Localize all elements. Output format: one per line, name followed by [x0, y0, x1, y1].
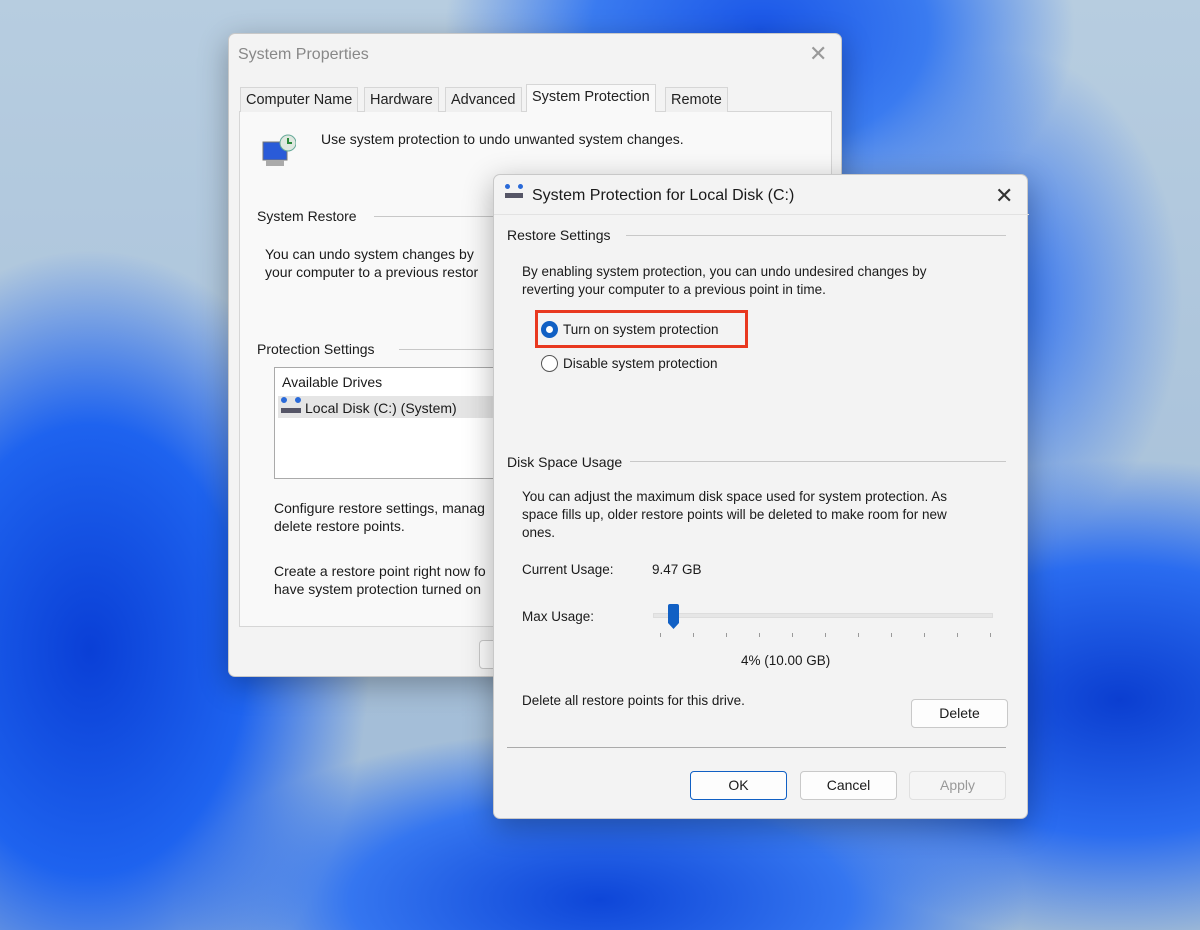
- turn-on-radio[interactable]: [541, 321, 558, 338]
- disk-desc-2: space fills up, older restore points wil…: [522, 507, 947, 522]
- tab-system-protection[interactable]: System Protection: [526, 84, 656, 112]
- configure-text: Configure restore settings, manag: [274, 500, 485, 516]
- system-restore-label: System Restore: [257, 208, 357, 224]
- system-protection-icon: [260, 134, 297, 166]
- configure-text-2: delete restore points.: [274, 518, 405, 534]
- tab-computer-name[interactable]: Computer Name: [240, 87, 359, 112]
- tab-remote[interactable]: Remote: [665, 87, 728, 112]
- disk-usage-label: Disk Space Usage: [507, 454, 623, 470]
- restore-settings-label: Restore Settings: [507, 227, 611, 243]
- window-title: System Properties: [238, 46, 369, 63]
- drive-label[interactable]: Local Disk (C:) (System): [305, 400, 457, 416]
- disk-desc-3: ones.: [522, 525, 556, 540]
- close-icon[interactable]: ✕: [809, 41, 827, 67]
- current-usage-value: 9.47 GB: [652, 562, 702, 577]
- create-text: Create a restore point right now fo: [274, 563, 486, 579]
- max-usage-slider-track[interactable]: [653, 613, 993, 618]
- protection-settings-label: Protection Settings: [257, 341, 375, 357]
- delete-button[interactable]: Delete: [911, 699, 1008, 728]
- tab-advanced[interactable]: Advanced: [445, 87, 522, 112]
- turn-on-label[interactable]: Turn on system protection: [563, 322, 719, 337]
- drives-header: Available Drives: [282, 374, 383, 390]
- max-usage-slider-thumb[interactable]: [667, 604, 680, 630]
- intro-text: Use system protection to undo unwanted s…: [321, 131, 684, 147]
- dialog-icon: [505, 184, 523, 198]
- tab-hardware[interactable]: Hardware: [364, 87, 439, 112]
- slider-tick: [924, 633, 925, 637]
- max-usage-value: 4% (10.00 GB): [741, 653, 831, 668]
- disable-label[interactable]: Disable system protection: [563, 356, 718, 371]
- slider-tick: [957, 633, 958, 637]
- restore-desc: By enabling system protection, you can u…: [522, 264, 927, 279]
- ok-button[interactable]: OK: [690, 771, 787, 800]
- drive-icon: [281, 397, 301, 413]
- system-restore-text-2: your computer to a previous restor: [265, 264, 479, 280]
- dialog-title: System Protection for Local Disk (C:): [532, 187, 795, 204]
- disk-desc: You can adjust the maximum disk space us…: [522, 489, 947, 504]
- slider-tick: [693, 633, 694, 637]
- apply-button[interactable]: Apply: [909, 771, 1006, 800]
- restore-desc-2: reverting your computer to a previous po…: [522, 282, 826, 297]
- system-protection-dialog: System Protection for Local Disk (C:) ✕ …: [493, 174, 1029, 819]
- delete-text: Delete all restore points for this drive…: [522, 693, 745, 708]
- slider-tick: [891, 633, 892, 637]
- cancel-button[interactable]: Cancel: [800, 771, 897, 800]
- slider-tick: [792, 633, 793, 637]
- slider-tick: [858, 633, 859, 637]
- create-text-2: have system protection turned on: [274, 581, 482, 597]
- slider-tick: [990, 633, 991, 637]
- slider-tick: [825, 633, 826, 637]
- slider-tick: [726, 633, 727, 637]
- slider-tick: [660, 633, 661, 637]
- current-usage-label: Current Usage:: [522, 562, 614, 577]
- max-usage-label: Max Usage:: [522, 609, 595, 624]
- slider-tick: [759, 633, 760, 637]
- close-icon[interactable]: ✕: [995, 183, 1013, 209]
- disable-radio[interactable]: [541, 355, 558, 372]
- system-restore-text: You can undo system changes by: [265, 246, 474, 262]
